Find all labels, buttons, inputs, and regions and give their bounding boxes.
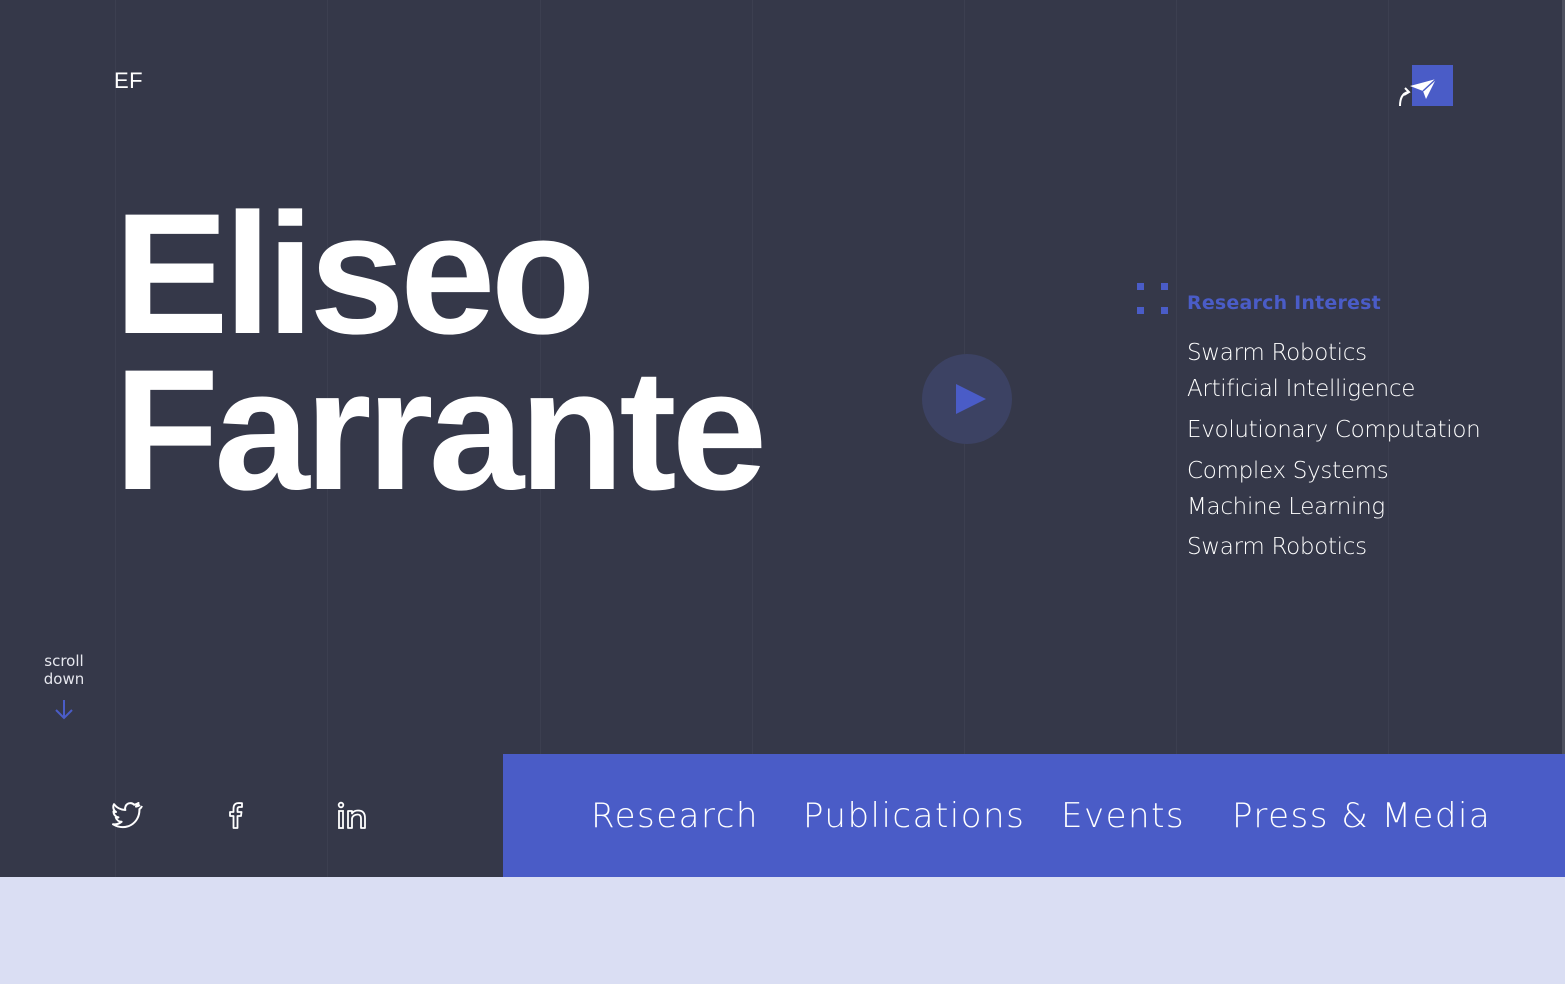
lower-section xyxy=(0,877,1565,984)
linkedin-icon xyxy=(337,801,366,829)
hero-name: Eliseo Farrante xyxy=(114,178,767,526)
interest-item: Swarm Robotics xyxy=(1187,340,1367,366)
interest-item: Complex Systems xyxy=(1187,458,1389,484)
scroll-down[interactable]: scroll down xyxy=(23,652,105,720)
twitter-icon xyxy=(112,802,143,829)
facebook-icon xyxy=(229,802,243,829)
hero-first-name: Eliseo xyxy=(114,178,596,370)
main-navigation: Research Publications Events Press & Med… xyxy=(503,754,1565,877)
nav-item-events[interactable]: Events xyxy=(1061,796,1185,836)
interest-item: Artificial Intelligence xyxy=(1187,376,1416,402)
arrow-down-icon xyxy=(55,700,73,720)
hero-section: EF Eliseo Farrante Research Interest Swa… xyxy=(0,0,1565,877)
menu-toggle-button[interactable] xyxy=(1396,64,1454,110)
scroll-down-label: scroll down xyxy=(43,652,85,688)
hero-last-name: Farrante xyxy=(114,334,767,526)
research-interest-list: Swarm Robotics Artificial Intelligence E… xyxy=(1187,340,1487,570)
nav-item-research[interactable]: Research xyxy=(591,796,759,836)
linkedin-link[interactable] xyxy=(337,800,369,830)
page: EF Eliseo Farrante Research Interest Swa… xyxy=(0,0,1565,984)
nav-item-press-media[interactable]: Press & Media xyxy=(1232,796,1491,836)
site-logo[interactable]: EF xyxy=(114,68,143,94)
play-icon xyxy=(956,384,986,414)
paper-plane-icon xyxy=(1399,78,1437,107)
dots-grid-icon xyxy=(1136,282,1172,318)
play-video-button[interactable] xyxy=(922,354,1012,444)
interest-item: Swarm Robotics xyxy=(1187,534,1367,560)
facebook-link[interactable] xyxy=(225,800,247,830)
research-interests-title: Research Interest xyxy=(1187,292,1381,314)
interest-item: Machine Learning xyxy=(1187,494,1385,520)
twitter-link[interactable] xyxy=(111,800,143,830)
interest-item: Evolutionary Computation xyxy=(1187,417,1481,443)
nav-item-publications[interactable]: Publications xyxy=(803,796,1025,836)
